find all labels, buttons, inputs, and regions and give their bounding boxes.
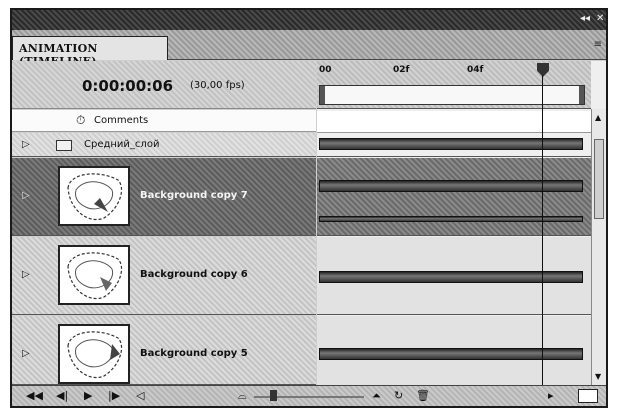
layer-group-row[interactable]: ▷ Средний_слой [12, 133, 316, 157]
animation-timeline-panel: ◂◂ ✕ ANIMATION (TIMELINE) ≡ 0:00:00:06 (… [10, 8, 608, 408]
tween-icon[interactable]: ↻ [394, 389, 403, 402]
comments-track[interactable] [317, 111, 591, 133]
vertical-scrollbar[interactable]: ▲ ▼ [591, 109, 606, 385]
play-icon[interactable]: ▶ [84, 389, 92, 402]
zoom-out-icon[interactable]: ⌓ [238, 389, 247, 403]
convert-frame-icon[interactable] [578, 389, 598, 403]
folder-icon [56, 140, 72, 151]
zoom-slider-knob[interactable] [270, 390, 277, 401]
group-track[interactable] [317, 133, 591, 157]
layer-thumbnail [58, 324, 130, 384]
expand-triangle-icon[interactable]: ▷ [22, 190, 30, 201]
work-area-bar[interactable] [319, 85, 585, 105]
ruler-label: 04f [467, 65, 484, 75]
comments-row[interactable]: ⏱ Comments [12, 110, 316, 132]
playhead-line [542, 75, 543, 385]
expand-triangle-icon[interactable]: ▷ [22, 139, 30, 150]
timeline-toolbar: ◀◀ ◀| ▶ |▶ ◁ ⌓ ⏶ ↻ 🗑 ▸ [12, 385, 606, 406]
scroll-up-icon[interactable]: ▲ [595, 113, 601, 122]
scroll-thumb[interactable] [594, 139, 604, 219]
zoom-in-icon[interactable]: ⏶ [372, 389, 381, 403]
time-info: 0:00:00:06 (30,00 fps) [12, 61, 316, 109]
panel-menu-icon[interactable]: ≡ [594, 39, 602, 50]
work-area-end-handle[interactable] [579, 86, 584, 104]
current-timecode: 0:00:00:06 [82, 77, 174, 95]
panel-title-bar: ◂◂ ✕ [12, 10, 606, 30]
audio-icon[interactable]: ◁ [136, 389, 144, 402]
first-frame-icon[interactable]: ◀◀ [26, 389, 43, 402]
scroll-down-icon[interactable]: ▼ [595, 372, 601, 381]
delete-icon[interactable]: 🗑 [416, 389, 430, 402]
layer-name: Background copy 7 [140, 190, 248, 201]
expand-triangle-icon[interactable]: ▷ [22, 269, 30, 280]
layer-column: 0:00:00:06 (30,00 fps) ⏱ Comments ▷ Сред… [12, 61, 316, 385]
comments-label: Comments [94, 115, 149, 126]
tab-row: ANIMATION (TIMELINE) ≡ [12, 30, 606, 68]
next-frame-icon[interactable]: |▶ [108, 389, 120, 402]
time-ruler[interactable]: 00 02f 04f [317, 61, 591, 109]
group-duration-bar[interactable] [319, 138, 583, 150]
layer-duration-bar[interactable] [319, 180, 583, 192]
tab-animation-timeline[interactable]: ANIMATION (TIMELINE) [12, 36, 168, 68]
group-name: Средний_слой [84, 139, 160, 150]
ruler-label: 00 [319, 65, 332, 75]
collapse-icon[interactable]: ◂◂ [580, 13, 590, 24]
ruler-label: 02f [393, 65, 410, 75]
layer-duration-bar[interactable] [319, 348, 583, 360]
work-area-start-handle[interactable] [320, 86, 325, 104]
layer-row-selected[interactable]: ▷ Background copy 7 [12, 158, 316, 236]
layer-name: Background copy 5 [140, 348, 248, 359]
expand-triangle-icon[interactable]: ▷ [22, 348, 30, 359]
layer-track[interactable] [317, 237, 591, 315]
timeline-area[interactable]: 00 02f 04f ▲ ▼ [317, 61, 606, 385]
layer-row[interactable]: ▷ Background copy 5 [12, 316, 316, 385]
layer-thumbnail [58, 245, 130, 305]
layer-track-selected[interactable] [317, 158, 591, 236]
layer-row[interactable]: ▷ Background copy 6 [12, 237, 316, 315]
layer-track[interactable] [317, 316, 591, 385]
layer-duration-bar[interactable] [319, 271, 583, 283]
layer-thumbnail [58, 166, 130, 226]
layer-name: Background copy 6 [140, 269, 248, 280]
previous-frame-icon[interactable]: ◀| [56, 389, 68, 402]
layer-duration-bar[interactable] [319, 216, 583, 222]
menu-arrow-icon[interactable]: ▸ [548, 389, 554, 402]
close-icon[interactable]: ✕ [596, 13, 604, 24]
stopwatch-icon[interactable]: ⏱ [76, 113, 85, 128]
frame-rate: (30,00 fps) [190, 80, 245, 91]
